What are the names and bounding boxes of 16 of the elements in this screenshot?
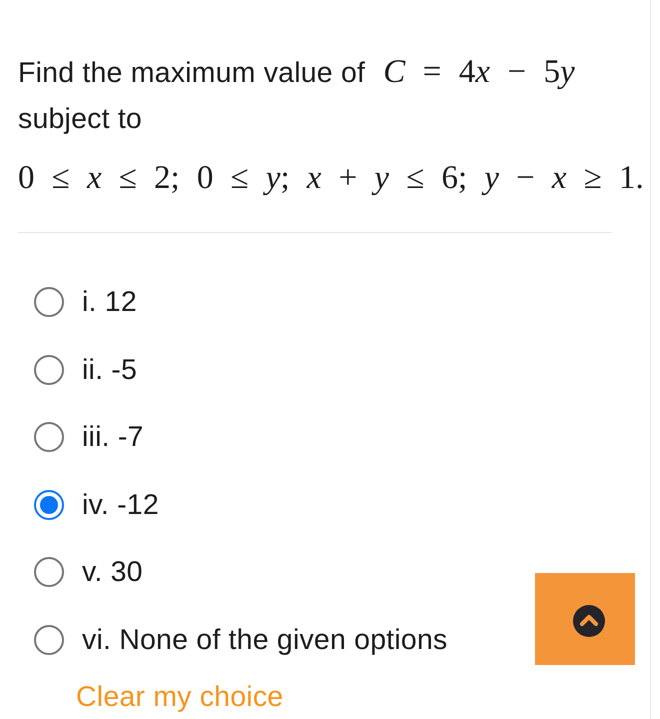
radio-button[interactable] bbox=[34, 624, 64, 654]
option-label[interactable]: ii. -5 bbox=[82, 352, 138, 386]
option-label[interactable]: v. 30 bbox=[82, 555, 143, 589]
question-text: Find the maximum value of C = 4x − 5y subject to bbox=[18, 53, 576, 137]
radio-button[interactable] bbox=[34, 490, 64, 520]
radio-button[interactable] bbox=[34, 287, 64, 317]
radio-button[interactable] bbox=[34, 557, 64, 587]
scroll-top-button[interactable] bbox=[535, 573, 635, 665]
radio-button[interactable] bbox=[34, 354, 64, 384]
option-label[interactable]: iv. -12 bbox=[82, 488, 159, 522]
option-label[interactable]: iii. -7 bbox=[82, 420, 144, 454]
chevron-up-icon bbox=[573, 604, 605, 636]
constraints-formula: 0 ≤ x ≤ 2; 0 ≤ y; x + y ≤ 6; y − x ≥ 1. bbox=[18, 159, 644, 198]
radio-button[interactable] bbox=[34, 422, 64, 452]
option-label[interactable]: vi. None of the given options bbox=[82, 622, 448, 656]
option-label[interactable]: i. 12 bbox=[82, 285, 137, 319]
